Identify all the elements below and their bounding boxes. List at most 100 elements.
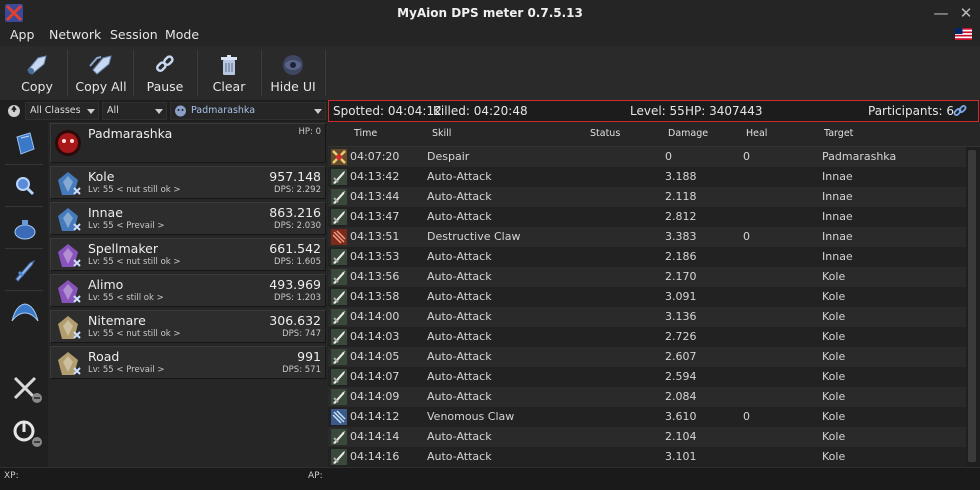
- col-skill[interactable]: Skill: [432, 128, 451, 139]
- scope-filter-value: All: [107, 105, 119, 116]
- log-row[interactable]: 04:07:20 Despair 0 0 Padmarashka: [328, 147, 966, 167]
- gladiator-class-icon: [58, 208, 81, 231]
- participants-count: Participants: 6: [868, 104, 954, 118]
- hide-ui-button[interactable]: Hide UI: [264, 46, 322, 100]
- log-target: Kole: [822, 410, 846, 423]
- copy-all-icon: [89, 55, 112, 75]
- log-time: 04:14:09: [350, 390, 400, 403]
- log-row[interactable]: 04:14:07 Auto-Attack 2.594 Kole: [328, 367, 966, 387]
- player-row[interactable]: Nitemare Lv: 55 < nut still ok > 306.632 DP…: [50, 310, 326, 343]
- log-target: Kole: [822, 270, 846, 283]
- log-skill: Auto-Attack: [427, 250, 492, 263]
- window-title: MyAion DPS meter 0.7.5.13: [397, 6, 583, 20]
- log-row[interactable]: 04:14:09 Auto-Attack 2.084 Kole: [328, 387, 966, 407]
- player-level-legion: Lv: 55 < nut still ok >: [88, 185, 181, 195]
- log-row[interactable]: 04:13:51 Destructive Claw 3.383 0 Innae: [328, 227, 966, 247]
- minimize-button[interactable]: —: [930, 2, 952, 24]
- info-icon[interactable]: [7, 104, 21, 118]
- log-row[interactable]: 04:14:00 Auto-Attack 3.136 Kole: [328, 307, 966, 327]
- player-row[interactable]: Kole Lv: 55 < nut still ok > 957.148 DPS: 2…: [50, 166, 326, 199]
- close-button[interactable]: ✕: [955, 2, 977, 24]
- sidebar-wings-button[interactable]: [5, 294, 45, 330]
- player-row[interactable]: Road Lv: 55 < Prevail > 991 DPS: 571: [50, 346, 326, 379]
- log-time: 04:14:05: [350, 350, 400, 363]
- log-row[interactable]: 04:14:12 Venomous Claw 3.610 0 Kole: [328, 407, 966, 427]
- venom-skill-icon: [331, 409, 347, 425]
- player-level-legion: Lv: 55 < still ok >: [88, 293, 164, 303]
- encounter-info-bar: Spotted: 04:04:12 Killed: 04:20:48 Level…: [328, 100, 979, 122]
- log-target: Innae: [822, 170, 853, 183]
- sidebar-divider: [5, 290, 43, 291]
- copy-button[interactable]: Copy: [8, 46, 66, 100]
- target-row[interactable]: Padmarashka HP: 0: [50, 123, 326, 163]
- player-row[interactable]: Innae Lv: 55 < Prevail > 863.216 DPS: 2.030: [50, 202, 326, 235]
- clear-button[interactable]: Clear: [200, 46, 258, 100]
- sidebar-crossed-swords-button[interactable]: [5, 370, 45, 406]
- combat-log: Time Skill Status Damage Heal Target 04:…: [328, 122, 980, 467]
- player-name: Kole: [88, 169, 115, 184]
- player-damage: 661.542: [269, 241, 321, 256]
- log-time: 04:14:16: [350, 450, 400, 463]
- log-skill: Venomous Claw: [427, 410, 515, 423]
- col-target[interactable]: Target: [824, 128, 853, 139]
- sidebar-search-button[interactable]: [5, 168, 45, 204]
- clear-label: Clear: [212, 79, 246, 94]
- log-row[interactable]: 04:13:42 Auto-Attack 3.188 Innae: [328, 167, 966, 187]
- scope-filter-dropdown[interactable]: All: [102, 102, 167, 120]
- menu-session[interactable]: Session: [110, 27, 158, 42]
- auto-skill-icon: [331, 369, 347, 385]
- log-row[interactable]: 04:13:53 Auto-Attack 2.186 Innae: [328, 247, 966, 267]
- log-row[interactable]: 04:14:03 Auto-Attack 2.726 Kole: [328, 327, 966, 347]
- menu-mode[interactable]: Mode: [165, 27, 199, 42]
- sidebar-power-button[interactable]: [5, 414, 45, 450]
- log-scroll-thumb[interactable]: [968, 150, 976, 462]
- log-skill: Auto-Attack: [427, 170, 492, 183]
- toolbar-divider: [133, 50, 134, 96]
- cleric-class-icon: [58, 352, 81, 375]
- log-row[interactable]: 04:13:58 Auto-Attack 3.091 Kole: [328, 287, 966, 307]
- copy-label: Copy: [21, 79, 53, 94]
- log-target: Kole: [822, 290, 846, 303]
- class-filter-dropdown[interactable]: All Classes: [25, 102, 99, 120]
- target-filter-dropdown[interactable]: Padmarashka: [170, 102, 326, 120]
- col-damage[interactable]: Damage: [668, 128, 708, 139]
- log-row[interactable]: 04:14:16 Auto-Attack 3.101 Kole: [328, 447, 966, 467]
- sorcerer-class-icon: [58, 280, 81, 303]
- menu-app[interactable]: App: [10, 27, 34, 42]
- log-row[interactable]: 04:13:47 Auto-Attack 2.812 Innae: [328, 207, 966, 227]
- log-heal: 0: [743, 230, 750, 243]
- chain-link-icon: [156, 55, 174, 72]
- spotted-time: Spotted: 04:04:12: [333, 104, 442, 118]
- sidebar-spellbook-button[interactable]: [5, 126, 45, 162]
- col-status[interactable]: Status: [590, 128, 620, 139]
- us-flag-icon[interactable]: [955, 28, 972, 40]
- log-skill: Auto-Attack: [427, 390, 492, 403]
- sidebar-divider: [5, 206, 43, 207]
- auto-skill-icon: [331, 449, 347, 465]
- log-time: 04:13:42: [350, 170, 400, 183]
- hide-ui-label: Hide UI: [270, 79, 316, 94]
- log-damage: 2.607: [665, 350, 697, 363]
- col-heal[interactable]: Heal: [746, 128, 767, 139]
- log-target: Innae: [822, 250, 853, 263]
- player-row[interactable]: Spellmaker Lv: 55 < nut still ok > 661.542…: [50, 238, 326, 271]
- sidebar: [0, 122, 48, 467]
- sidebar-potion-button[interactable]: [5, 210, 45, 246]
- menu-network[interactable]: Network: [49, 27, 101, 42]
- log-skill: Auto-Attack: [427, 370, 492, 383]
- auto-skill-icon: [331, 249, 347, 265]
- log-time: 04:13:58: [350, 290, 400, 303]
- player-row[interactable]: Alimo Lv: 55 < still ok > 493.969 DPS: 1.20…: [50, 274, 326, 307]
- despair-skill-icon: [331, 149, 347, 165]
- log-row[interactable]: 04:14:05 Auto-Attack 2.607 Kole: [328, 347, 966, 367]
- log-row[interactable]: 04:13:56 Auto-Attack 2.170 Kole: [328, 267, 966, 287]
- log-row[interactable]: 04:13:44 Auto-Attack 2.118 Innae: [328, 187, 966, 207]
- pause-button[interactable]: Pause: [136, 46, 194, 100]
- link-icon[interactable]: [952, 103, 968, 119]
- copy-all-button[interactable]: Copy All: [70, 46, 132, 100]
- sidebar-sword-button[interactable]: [5, 252, 45, 288]
- log-damage: 3.101: [665, 450, 697, 463]
- col-time[interactable]: Time: [354, 128, 377, 139]
- title-bar: MyAion DPS meter 0.7.5.13 — ✕: [0, 0, 980, 26]
- log-row[interactable]: 04:14:14 Auto-Attack 2.104 Kole: [328, 427, 966, 447]
